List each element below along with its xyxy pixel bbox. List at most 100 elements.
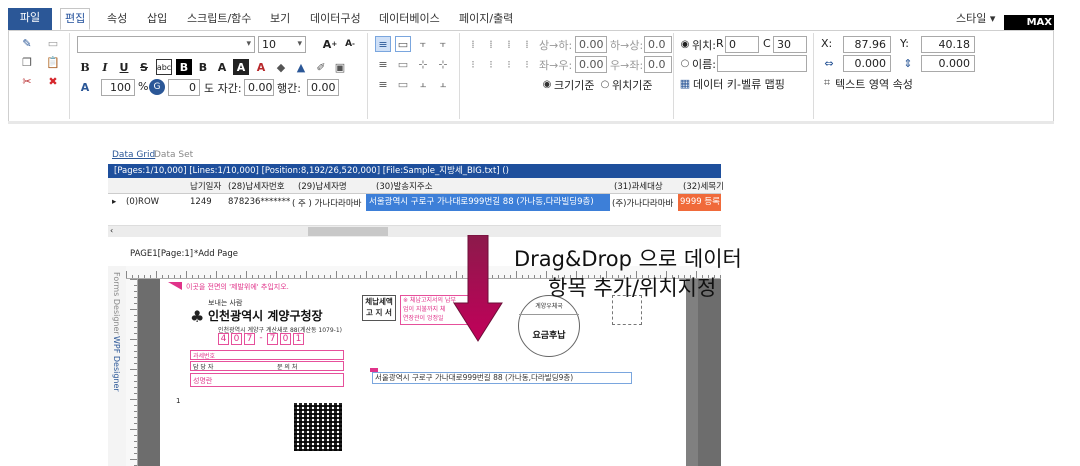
wpf-designer-tab[interactable]: WPF Designer <box>112 336 121 392</box>
col-header-tax-target[interactable]: (31)과세대상 <box>614 180 663 192</box>
dropped-address-field[interactable]: 서울광역시 구로구 가나대로999번길 88 (가나동,다라빌딩9층) <box>372 372 632 384</box>
fill-color-icon[interactable]: ◆ <box>273 59 289 75</box>
tab-page1[interactable]: PAGE1[Page:1] <box>130 249 193 259</box>
tab-data-grid[interactable]: Data Grid <box>112 150 155 160</box>
char-spacing-input[interactable]: 0.00 <box>244 79 274 96</box>
tab-view[interactable]: 보기 <box>266 9 294 31</box>
brush-icon[interactable]: ✐ <box>313 59 329 75</box>
paint-bucket-icon[interactable]: ▲ <box>293 59 309 75</box>
delete-icon[interactable]: ✖ <box>45 73 61 89</box>
comment-icon[interactable]: ▭ <box>45 35 61 51</box>
width-input[interactable]: 0.000 <box>843 55 891 72</box>
image-icon[interactable]: ▣ <box>332 59 348 75</box>
zoom-input[interactable]: 100 <box>101 79 135 96</box>
style-dropdown[interactable]: 스타일 ▾ <box>952 9 999 31</box>
char-angle-input[interactable]: 0 <box>168 79 200 96</box>
grid-horizontal-scrollbar[interactable]: ‹ <box>108 225 721 237</box>
align-bottom-right-icon[interactable]: ⫠ <box>435 76 451 92</box>
r-input[interactable]: 0 <box>725 36 759 53</box>
tab-insert[interactable]: 삽입 <box>143 9 171 31</box>
copy-icon[interactable]: ❐ <box>19 54 35 70</box>
tab-edit[interactable]: 편집 <box>60 8 91 30</box>
align-top-icon[interactable]: ⫟ <box>415 36 431 52</box>
space-h-icon[interactable]: ⁝ <box>465 56 481 72</box>
style-preview[interactable]: MAX <box>1004 15 1054 31</box>
page-canvas[interactable]: 이곳을 전면의 '제발위에' 추입지오. 보내는 사람 ♣ 인천광역시 계양구청… <box>160 279 698 466</box>
c-input[interactable]: 30 <box>773 36 807 53</box>
cell-taxpayer-name[interactable]: ( 주 ) 가나다라마바 <box>292 197 361 209</box>
tab-page-output[interactable]: 페이지/출력 <box>455 9 517 31</box>
cell-due-date[interactable]: 1249 <box>190 197 212 207</box>
vertical-scrollbar[interactable] <box>686 279 698 466</box>
box-text-icon[interactable]: abc <box>156 59 172 75</box>
highlight-text-icon[interactable]: A <box>233 59 249 75</box>
space-v-icon[interactable]: ⁝ <box>483 56 499 72</box>
add-page-tab[interactable]: *Add Page <box>194 249 238 259</box>
align-top-right-icon[interactable]: ⫟ <box>435 36 451 52</box>
underline-icon[interactable]: U <box>116 59 132 75</box>
italic-icon[interactable]: I <box>97 59 113 75</box>
tab-script-function[interactable]: 스크립트/함수 <box>183 9 255 31</box>
inverse-bold-icon[interactable]: B <box>176 59 192 75</box>
distribute-center-icon[interactable]: ⁞ <box>501 36 517 52</box>
font-color-icon[interactable]: A <box>253 59 269 75</box>
tab-properties[interactable]: 속성 <box>103 9 131 31</box>
y-input[interactable]: 40.18 <box>921 36 975 53</box>
text-area-button[interactable]: 텍스트 영역 속성 <box>835 76 913 92</box>
align-box-icon[interactable]: ▭ <box>395 36 411 52</box>
font-shrink-icon[interactable]: A- <box>342 36 358 52</box>
align-tb-input[interactable]: 0.00 <box>575 36 607 53</box>
mapping-button[interactable]: 데이터 키-벨류 맵핑 <box>693 76 785 92</box>
cell-tax-target[interactable]: (주)가나다라마바 <box>612 197 673 209</box>
cut-icon[interactable]: ✂ <box>19 73 35 89</box>
align-left-icon[interactable]: ≡ <box>375 36 391 52</box>
scroll-left-icon[interactable]: ‹ <box>110 226 113 235</box>
tab-data-set[interactable]: Data Set <box>154 150 193 160</box>
font-grow-icon[interactable]: A + <box>322 36 338 52</box>
tab-database[interactable]: 데이터베이스 <box>375 9 444 31</box>
size-base-radio-icon[interactable]: ◉ <box>539 76 555 92</box>
pos-base-radio-icon[interactable]: ○ <box>597 76 613 92</box>
align-lr-input[interactable]: 0.00 <box>575 56 607 73</box>
outline-bold-icon[interactable]: B <box>195 59 211 75</box>
distribute-edge-icon[interactable]: ⁞ <box>519 36 535 52</box>
font-size-select[interactable]: 10 <box>258 36 306 53</box>
x-input[interactable]: 87.96 <box>843 36 891 53</box>
align-bottom-center-icon[interactable]: ⫠ <box>415 76 431 92</box>
align-rl-input[interactable]: 0.0 <box>644 56 672 73</box>
cell-tax-item[interactable]: 9999 등록 <box>678 194 721 211</box>
strikethrough-icon[interactable]: S <box>136 59 152 75</box>
name-radio-icon[interactable]: ○ <box>677 55 693 71</box>
align-vcenter-icon[interactable]: ⊹ <box>415 56 431 72</box>
col-header-taxpayer-no[interactable]: (28)납세자번호 <box>228 180 285 192</box>
distribute-v-icon[interactable]: ⁞ <box>483 36 499 52</box>
contact-field[interactable]: 담 당 자 문 의 처 <box>190 361 344 371</box>
tab-file[interactable]: 파일 <box>8 8 52 30</box>
bold-icon[interactable]: B <box>77 59 93 75</box>
space-even-icon[interactable]: ⁝ <box>501 56 517 72</box>
name-field[interactable]: 성명란 <box>190 373 344 387</box>
distribute-h-icon[interactable]: ⁞ <box>465 36 481 52</box>
paste-icon[interactable]: 📋 <box>45 54 61 70</box>
col-header-due-date[interactable]: 납기일자 <box>190 180 221 192</box>
align-bt-input[interactable]: 0.0 <box>644 36 672 53</box>
col-header-address[interactable]: (30)발송지주소 <box>376 180 433 192</box>
line-spacing-input[interactable]: 0.00 <box>307 79 339 96</box>
format-painter-icon[interactable]: ✎ <box>19 35 35 51</box>
space-edge-icon[interactable]: ⁝ <box>519 56 535 72</box>
col-header-taxpayer-name[interactable]: (29)납세자명 <box>298 180 347 192</box>
font-name-select[interactable] <box>77 36 255 53</box>
cell-taxpayer-no[interactable]: 878236******* <box>228 197 290 207</box>
align-bottom-icon[interactable]: ▭ <box>395 76 411 92</box>
align-center-icon[interactable]: ≡ <box>375 56 391 72</box>
height-input[interactable]: 0.000 <box>921 55 975 72</box>
col-header-tax-item[interactable]: (32)세목기 <box>683 180 724 192</box>
name-input[interactable] <box>717 55 807 72</box>
table-row[interactable]: ▸ (0)ROW 1249 878236******* ( 주 ) 가나다라마바… <box>108 194 721 211</box>
scroll-thumb[interactable] <box>308 227 388 236</box>
text-shadow-icon[interactable]: A <box>214 59 230 75</box>
align-right-icon[interactable]: ≡ <box>375 76 391 92</box>
position-radio-icon[interactable]: ◉ <box>677 36 693 52</box>
tax-number-field[interactable]: 과세번호 <box>190 350 344 360</box>
tab-data-config[interactable]: 데이터구성 <box>306 9 365 31</box>
